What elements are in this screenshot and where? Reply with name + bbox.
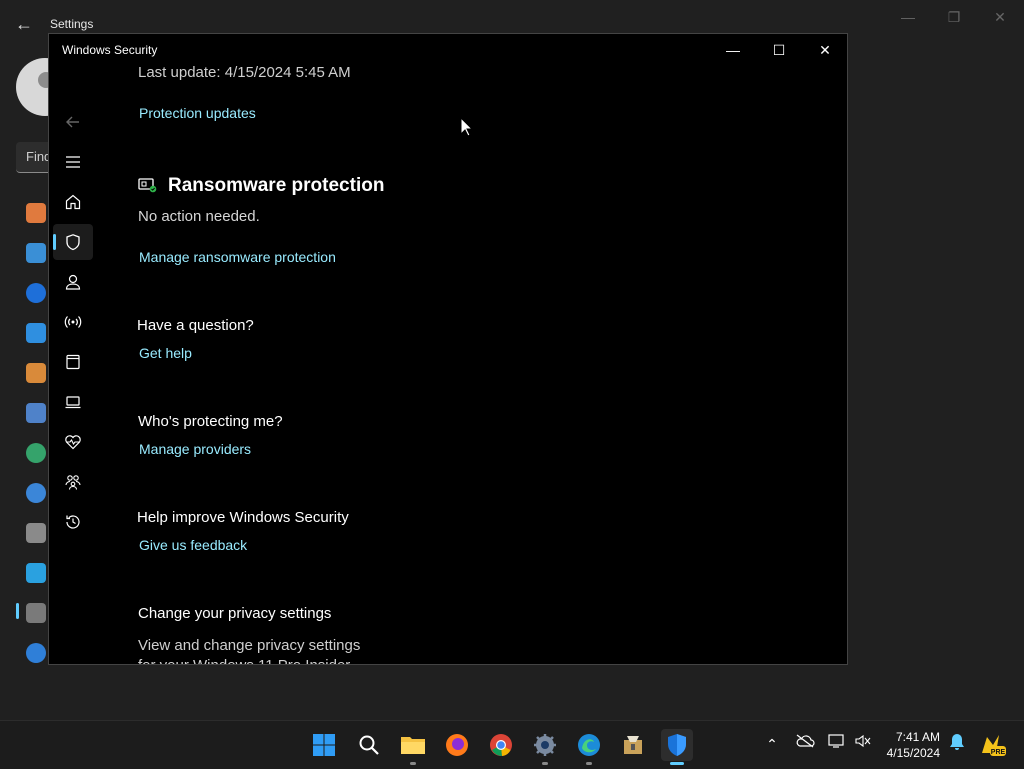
back-arrow-icon[interactable] <box>53 104 93 140</box>
chevron-up-icon[interactable]: ⌃ <box>761 733 783 755</box>
protection-updates-link[interactable]: Protection updates <box>139 105 256 121</box>
laptop-icon[interactable] <box>53 384 93 420</box>
hamburger-icon[interactable] <box>53 144 93 180</box>
settings-title: Settings <box>50 17 94 31</box>
firefox-icon[interactable] <box>441 729 473 761</box>
running-indicator <box>670 762 684 765</box>
bluetooth-icon[interactable] <box>26 283 46 303</box>
app-browser-icon[interactable] <box>53 344 93 380</box>
search-icon[interactable] <box>353 729 385 761</box>
time-language-icon[interactable] <box>26 483 46 503</box>
home-icon[interactable] <box>53 184 93 220</box>
system-clock[interactable]: 7:41 AM 4/15/2024 <box>887 729 940 761</box>
windows-security-window: Windows Security — ☐ ✕ Last update: 4/15… <box>48 33 848 665</box>
privacy-security-icon[interactable] <box>26 603 46 623</box>
windows-security-icon[interactable] <box>661 729 693 765</box>
question-heading: Have a question? <box>137 317 254 334</box>
feedback-link[interactable]: Give us feedback <box>139 537 247 553</box>
ransomware-icon <box>138 177 158 195</box>
system-icon[interactable] <box>26 243 46 263</box>
personalization-icon[interactable] <box>26 363 46 383</box>
archive-tool-icon[interactable] <box>617 729 649 761</box>
accounts-icon[interactable] <box>26 443 46 463</box>
clock-time: 7:41 AM <box>895 730 940 744</box>
accessibility-icon[interactable] <box>26 563 46 583</box>
home-icon[interactable] <box>26 203 46 223</box>
privacy-description-line2: for your Windows 11 Pro Insider <box>138 657 350 664</box>
manage-ransomware-link[interactable]: Manage ransomware protection <box>139 249 336 265</box>
improve-heading: Help improve Windows Security <box>137 509 349 526</box>
wifi-icon[interactable] <box>26 323 46 343</box>
ransomware-title: Ransomware protection <box>168 175 385 196</box>
windows-update-icon[interactable] <box>26 643 46 663</box>
ransomware-status: No action needed. <box>138 208 260 225</box>
minimize-icon[interactable]: — <box>886 6 930 28</box>
insider-badge-label: PRE <box>991 749 1006 756</box>
privacy-description-line1: View and change privacy settings <box>138 637 361 654</box>
notification-bell-icon[interactable] <box>946 733 968 755</box>
close-icon[interactable]: ✕ <box>978 6 1022 28</box>
taskbar: ⌃ 7:41 AM 4/15/2024 PRE <box>0 720 1024 769</box>
running-indicator <box>410 762 416 765</box>
running-indicator <box>542 762 548 765</box>
clock-date: 4/15/2024 <box>886 746 940 760</box>
chrome-icon[interactable] <box>485 729 517 761</box>
gear-icon[interactable] <box>53 656 93 664</box>
person-icon[interactable] <box>53 264 93 300</box>
history-icon[interactable] <box>53 504 93 540</box>
insider-badge-icon[interactable]: PRE <box>980 733 1006 756</box>
wifi-antenna-icon[interactable] <box>53 304 93 340</box>
mouse-cursor-icon <box>460 117 474 137</box>
back-arrow-icon[interactable]: ← <box>14 14 34 34</box>
display-icon[interactable] <box>826 733 848 755</box>
volume-muted-icon[interactable] <box>852 733 874 755</box>
shield-icon[interactable] <box>53 224 93 260</box>
gaming-icon[interactable] <box>26 523 46 543</box>
last-update-text: Last update: 4/15/2024 5:45 AM <box>138 64 351 81</box>
protecting-heading: Who's protecting me? <box>138 413 283 430</box>
family-icon[interactable] <box>53 464 93 500</box>
privacy-heading: Change your privacy settings <box>138 605 332 622</box>
selected-indicator <box>16 603 19 619</box>
side-navigation <box>49 66 97 664</box>
onedrive-offline-icon[interactable] <box>794 733 816 755</box>
manage-providers-link[interactable]: Manage providers <box>139 441 251 457</box>
file-explorer-icon[interactable] <box>397 729 429 765</box>
windows-start-icon[interactable] <box>308 729 340 761</box>
edge-icon[interactable] <box>573 729 605 765</box>
get-help-link[interactable]: Get help <box>139 345 192 361</box>
running-indicator <box>586 762 592 765</box>
restore-icon[interactable]: ❐ <box>932 6 976 28</box>
apps-icon[interactable] <box>26 403 46 423</box>
heart-pulse-icon[interactable] <box>53 424 93 460</box>
settings-gear-icon[interactable] <box>529 729 561 765</box>
